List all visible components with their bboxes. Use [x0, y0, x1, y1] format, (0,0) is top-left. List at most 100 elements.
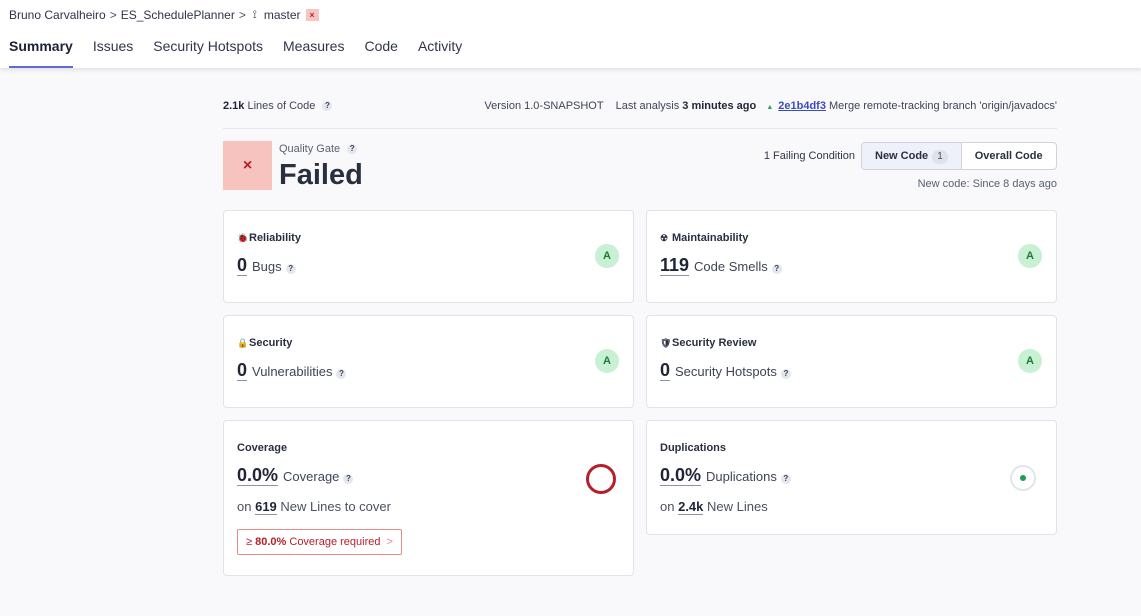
- code-smells-metric: 119 Code Smells ?: [660, 255, 782, 276]
- maintainability-title-text: Maintainability: [672, 232, 749, 244]
- new-code-count-badge: 1: [932, 150, 948, 164]
- security-card: 🔒Security 0 Vulnerabilities ? A: [223, 315, 634, 408]
- quality-gate-failed-icon: ×: [223, 141, 272, 190]
- duplications-label: Duplications: [706, 469, 777, 484]
- coverage-required-prefix: ≥: [246, 536, 253, 548]
- help-icon[interactable]: ?: [347, 144, 358, 154]
- tab-measures[interactable]: Measures: [283, 38, 344, 68]
- quality-gate-label: Quality Gate ?: [279, 143, 358, 155]
- duplications-ring-icon: [1010, 465, 1036, 491]
- tab-issues[interactable]: Issues: [93, 38, 133, 68]
- quality-gate-label-text: Quality Gate: [279, 143, 341, 155]
- branch-icon: ⟟: [252, 8, 257, 21]
- top-navigation-bar: Bruno Carvalheiro > ES_SchedulePlanner >…: [0, 0, 1141, 68]
- duplications-metric: 0.0% Duplications ?: [660, 465, 791, 486]
- duplications-value[interactable]: 0.0%: [660, 465, 702, 486]
- radiation-icon: ☢: [660, 233, 669, 243]
- maintainability-title: ☢ Maintainability: [660, 232, 748, 244]
- help-icon[interactable]: ?: [780, 369, 791, 379]
- shield-icon: 🛡: [660, 338, 672, 348]
- code-scope-toggle: New Code 1 Overall Code: [861, 142, 1057, 170]
- maintainability-rating[interactable]: A: [1018, 244, 1042, 268]
- lines-to-cover: on 619 New Lines to cover: [237, 499, 391, 515]
- branch-name[interactable]: master: [264, 8, 301, 22]
- analysis-details: Version 1.0-SNAPSHOT Last analysis 3 min…: [484, 100, 1057, 112]
- bug-icon: 🐞: [237, 233, 249, 243]
- duplicated-lines: on 2.4k New Lines: [660, 499, 768, 515]
- commit-hash-link[interactable]: 2e1b4df3: [778, 100, 826, 112]
- reliability-rating[interactable]: A: [595, 244, 619, 268]
- coverage-label: Coverage: [283, 469, 340, 484]
- breadcrumb-separator: >: [109, 8, 117, 22]
- project-tabs: Summary Issues Security Hotspots Measure…: [9, 38, 482, 68]
- help-icon[interactable]: ?: [285, 264, 296, 274]
- vulnerabilities-count[interactable]: 0: [237, 360, 248, 381]
- commit-icon: ▲: [766, 104, 774, 111]
- breadcrumb: Bruno Carvalheiro > ES_SchedulePlanner >…: [9, 8, 319, 22]
- quality-gate-failed-badge: ×: [305, 9, 319, 21]
- coverage-metric: 0.0% Coverage ?: [237, 465, 354, 486]
- help-icon[interactable]: ?: [336, 369, 347, 379]
- help-icon[interactable]: ?: [322, 101, 333, 111]
- reliability-title: 🐞Reliability: [237, 232, 301, 244]
- quality-gate-status: Failed: [279, 159, 363, 191]
- lines-to-cover-prefix: on: [237, 499, 252, 514]
- version-text: Version 1.0-SNAPSHOT: [484, 100, 604, 112]
- last-analysis-label: Last analysis: [615, 100, 680, 112]
- security-review-card: 🛡Security Review 0 Security Hotspots ? A: [646, 315, 1057, 408]
- duplications-title: Duplications: [660, 442, 727, 454]
- reliability-title-text: Reliability: [249, 232, 301, 244]
- duplicated-lines-label: New Lines: [707, 499, 768, 514]
- coverage-required-condition[interactable]: ≥ 80.0% Coverage required >: [237, 529, 402, 555]
- duplicated-lines-prefix: on: [660, 499, 675, 514]
- duplicated-lines-count[interactable]: 2.4k: [678, 499, 704, 515]
- commit-message: Merge remote-tracking branch 'origin/jav…: [829, 100, 1057, 112]
- new-code-period: New code: Since 8 days ago: [917, 178, 1057, 190]
- breadcrumb-separator: >: [238, 8, 246, 22]
- tab-code[interactable]: Code: [364, 38, 397, 68]
- tab-summary[interactable]: Summary: [9, 38, 73, 68]
- reliability-card: 🐞Reliability 0 Bugs ? A: [223, 210, 634, 303]
- overall-code-button[interactable]: Overall Code: [962, 143, 1056, 169]
- loc-value: 2.1k: [223, 100, 245, 112]
- chevron-right-icon: >: [386, 536, 393, 548]
- lines-of-code: 2.1k Lines of Code ?: [223, 100, 333, 112]
- security-hotspots-count[interactable]: 0: [660, 360, 671, 381]
- bugs-label: Bugs: [252, 259, 282, 274]
- vulnerabilities-metric: 0 Vulnerabilities ?: [237, 360, 347, 381]
- tab-security-hotspots[interactable]: Security Hotspots: [153, 38, 263, 68]
- help-icon[interactable]: ?: [343, 474, 354, 484]
- breadcrumb-project[interactable]: ES_SchedulePlanner: [121, 8, 235, 22]
- coverage-value[interactable]: 0.0%: [237, 465, 279, 486]
- breadcrumb-owner[interactable]: Bruno Carvalheiro: [9, 8, 106, 22]
- lines-to-cover-label: New Lines to cover: [280, 499, 391, 514]
- tab-activity[interactable]: Activity: [418, 38, 462, 68]
- bugs-count[interactable]: 0: [237, 255, 248, 276]
- lines-to-cover-count[interactable]: 619: [255, 499, 277, 515]
- coverage-required-value: 80.0%: [255, 536, 287, 548]
- security-hotspots-label: Security Hotspots: [675, 364, 777, 379]
- security-review-rating[interactable]: A: [1018, 349, 1042, 373]
- duplications-card: Duplications 0.0% Duplications ? on 2.4k…: [646, 420, 1057, 535]
- coverage-required-label: Coverage required: [289, 536, 381, 548]
- coverage-title: Coverage: [237, 442, 288, 454]
- coverage-card: Coverage 0.0% Coverage ? on 619 New Line…: [223, 420, 634, 576]
- last-analysis-value: 3 minutes ago: [682, 100, 757, 112]
- loc-label: Lines of Code: [247, 100, 316, 112]
- security-rating[interactable]: A: [595, 349, 619, 373]
- duplications-dot-icon: [1020, 475, 1026, 481]
- lock-icon: 🔒: [237, 338, 249, 348]
- help-icon[interactable]: ?: [771, 264, 782, 274]
- maintainability-card: ☢ Maintainability 119 Code Smells ? A: [646, 210, 1057, 303]
- code-smells-count[interactable]: 119: [660, 255, 690, 276]
- help-icon[interactable]: ?: [780, 474, 791, 484]
- security-review-title: 🛡Security Review: [660, 337, 756, 349]
- security-hotspots-metric: 0 Security Hotspots ?: [660, 360, 791, 381]
- security-title-text: Security: [249, 337, 293, 349]
- security-review-title-text: Security Review: [672, 337, 757, 349]
- new-code-button[interactable]: New Code 1: [862, 143, 962, 169]
- bugs-metric: 0 Bugs ?: [237, 255, 296, 276]
- code-smells-label: Code Smells: [694, 259, 768, 274]
- coverage-ring-icon: [586, 464, 616, 494]
- failing-conditions: 1 Failing Condition: [763, 150, 855, 162]
